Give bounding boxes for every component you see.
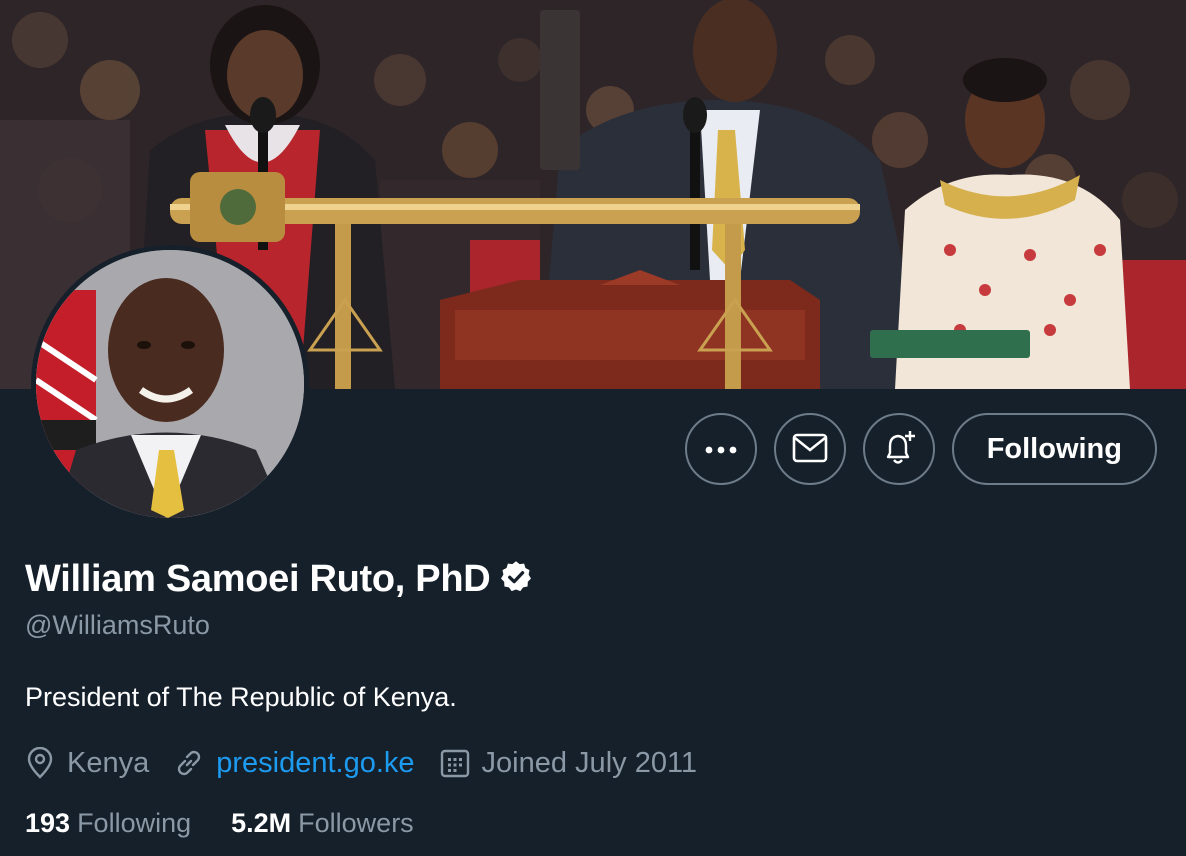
join-date: Joined July 2011 bbox=[440, 746, 698, 780]
following-count: 193 bbox=[25, 808, 71, 838]
following-button[interactable]: Following bbox=[951, 413, 1157, 485]
location-pin-icon bbox=[25, 747, 55, 779]
following-label: Following bbox=[77, 808, 192, 838]
location: Kenya bbox=[25, 747, 149, 780]
location-text: Kenya bbox=[67, 746, 150, 779]
profile-bio: President of The Republic of Kenya. bbox=[25, 682, 457, 712]
display-name: William Samoei Ruto, PhD bbox=[25, 558, 491, 600]
website[interactable]: president.go.ke bbox=[174, 747, 415, 780]
message-button[interactable] bbox=[773, 413, 846, 485]
calendar-icon bbox=[440, 748, 470, 778]
user-handle: @WilliamsRuto bbox=[25, 610, 210, 640]
name-row: William Samoei Ruto, PhD bbox=[25, 558, 534, 601]
profile-page: Following William Samoei Ruto, PhD @Will… bbox=[0, 0, 1186, 856]
follow-stats: 193 Following 5.2M Followers bbox=[25, 808, 454, 839]
bell-plus-icon bbox=[880, 429, 918, 470]
followers-count: 5.2M bbox=[231, 808, 292, 838]
mail-icon bbox=[792, 433, 828, 466]
website-link[interactable]: president.go.ke bbox=[216, 747, 414, 780]
link-icon bbox=[174, 748, 204, 778]
join-date-text: Joined July 2011 bbox=[481, 746, 698, 779]
notifications-button[interactable] bbox=[862, 413, 935, 485]
following-stat[interactable]: 193 Following bbox=[25, 808, 191, 839]
profile-actions: Following bbox=[684, 413, 1157, 485]
more-button[interactable] bbox=[684, 413, 757, 485]
profile-meta: Kenya president.go.ke Joined July 2011 bbox=[25, 742, 722, 784]
profile-avatar[interactable] bbox=[31, 245, 309, 523]
verified-badge-icon bbox=[498, 559, 534, 600]
followers-stat[interactable]: 5.2M Followers bbox=[231, 808, 414, 839]
followers-label: Followers bbox=[298, 808, 414, 838]
more-icon bbox=[705, 442, 737, 457]
